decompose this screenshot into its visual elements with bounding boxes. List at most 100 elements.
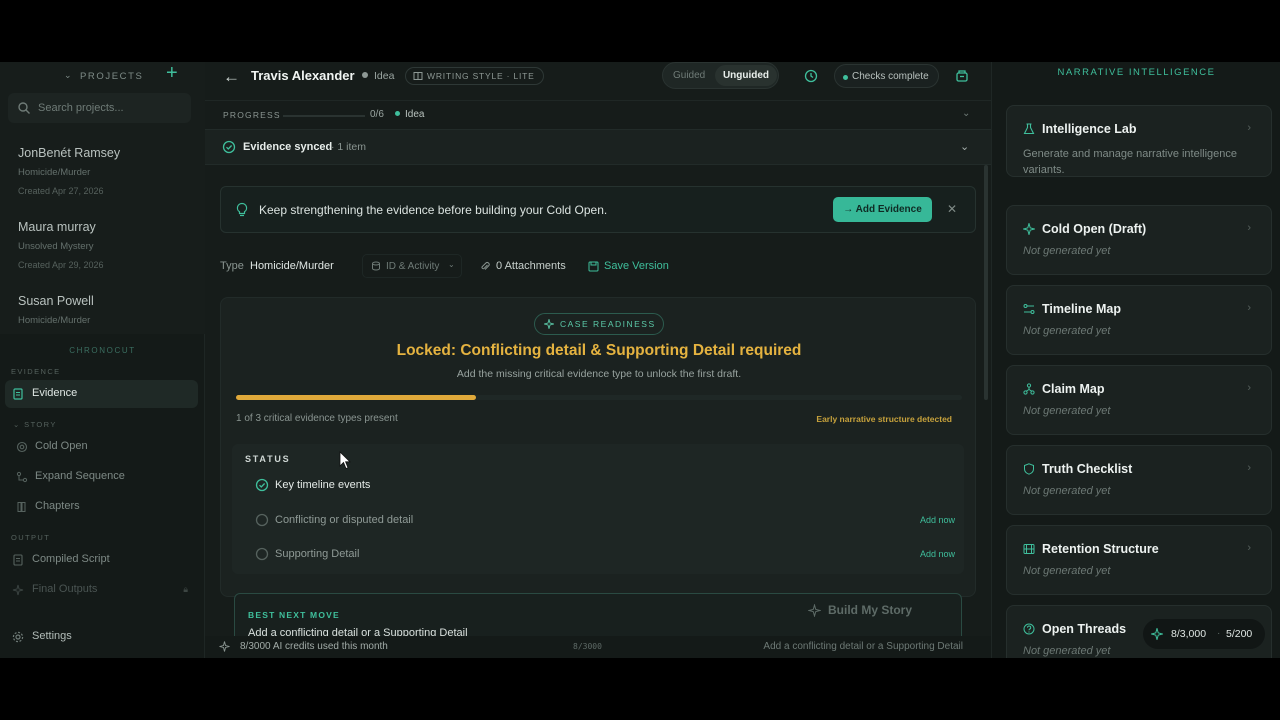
card-description: Not generated yet [1023,405,1111,417]
lock-icon: 🔒︎ [183,584,188,594]
add-now-button[interactable]: Add now [920,515,955,525]
close-icon[interactable]: ✕ [947,202,957,216]
credits-usage-text: 8/3000 AI credits used this month [240,641,388,652]
build-label: Build My Story [828,603,913,617]
status-item-label: Key timeline events [275,479,371,491]
attachments-button[interactable]: 0 Attachments [480,260,566,272]
narrative-intelligence-panel: NARRATIVE INTELLIGENCE Intelligence Lab … [991,62,1280,658]
project-name: Maura murray [18,220,96,234]
nav-label: Evidence [32,387,78,399]
sparkle-icon [12,584,24,596]
chevron-down-icon[interactable]: ⌄ [962,108,970,119]
project-date: Created Apr 29, 2026 [18,260,104,270]
nav-evidence[interactable]: Evidence [5,380,198,408]
evidence-count: · 1 item [331,141,367,153]
status-item: Conflicting or disputed detail Add now [255,512,955,532]
category-dropdown[interactable]: ID & Activity ⌄ [362,254,462,278]
project-item[interactable]: Maura murray Unsolved Mystery Created Ap… [18,220,198,270]
save-version-button[interactable]: Save Version [588,260,669,272]
card-title: Intelligence Lab [1042,122,1137,136]
nav-label: Final Outputs [32,583,98,595]
nav-expand-sequence[interactable]: Expand Sequence [5,463,198,491]
project-name: Susan Powell [18,294,94,308]
writing-style-chip[interactable]: WRITING STYLE · LITE [405,67,544,85]
credits-pill[interactable]: 8/3,000 · 5/200 [1143,619,1265,649]
project-item[interactable]: Susan Powell Homicide/Murder [18,294,198,326]
nav-label: Chapters [35,500,80,512]
case-readiness-card: CASE READINESS Locked: Conflicting detai… [220,297,976,597]
chevron-down-icon: ⌄ [13,420,25,429]
add-project-button[interactable]: + [166,62,178,85]
evidence-synced-bar[interactable]: Evidence synced · 1 item ⌄ [205,129,991,165]
chevron-right-icon: › [1247,302,1251,314]
sparkle-icon [1023,223,1035,235]
card-claim-map[interactable]: Claim Map Not generated yet › [1006,365,1272,435]
nav-chapters[interactable]: Chapters [5,493,198,521]
sparkle-icon [544,319,554,329]
search-input[interactable] [38,99,183,117]
card-description: Not generated yet [1023,565,1111,577]
card-truth-checklist[interactable]: Truth Checklist Not generated yet › [1006,445,1272,515]
status-title: STATUS [245,454,291,464]
nav-compiled-script[interactable]: Compiled Script [5,546,198,574]
card-retention-structure[interactable]: Retention Structure Not generated yet › [1006,525,1272,595]
project-item[interactable]: JonBenét Ramsey Homicide/Murder Created … [18,146,198,196]
mode-guided[interactable]: Guided [673,70,705,81]
projects-label: PROJECTS [80,71,144,82]
status-item-label: Supporting Detail [275,548,360,560]
project-date: Created Apr 27, 2026 [18,186,104,196]
history-icon[interactable] [803,68,819,84]
pill-label: CASE READINESS [560,319,656,329]
nav-label: Compiled Script [32,553,110,565]
banner-text: Keep strengthening the evidence before b… [259,203,608,217]
chevron-down-icon[interactable]: ⌄ [960,140,969,153]
film-icon [1023,544,1035,554]
target-icon [16,441,28,453]
add-evidence-button[interactable]: → Add Evidence [833,197,932,222]
chevron-right-icon: › [1247,122,1251,134]
readiness-progress-bar [236,395,962,400]
checks-label: Checks complete [852,71,929,82]
card-title: Open Threads [1042,622,1127,636]
nav-settings[interactable]: Settings [5,623,198,651]
chevron-right-icon: › [1247,222,1251,234]
next-move-label: BEST NEXT MOVE [248,610,340,620]
progress-row[interactable]: PROGRESS 0/6 Idea ⌄ [205,100,991,128]
card-title: Truth Checklist [1042,462,1133,476]
network-icon [1023,383,1035,395]
question-icon [1023,623,1035,635]
sidebar: ⌄ PROJECTS + JonBenét Ramsey Homicide/Mu… [0,62,205,658]
footer-hint: Add a conflicting detail or a Supporting… [763,641,963,652]
progress-stage: Idea [395,109,424,120]
card-intelligence-lab[interactable]: Intelligence Lab Generate and manage nar… [1006,105,1272,177]
chevron-down-icon[interactable]: ⌄ [64,70,72,81]
brand-label: CHRONOCUT [69,346,136,355]
card-title: Cold Open (Draft) [1042,222,1147,236]
card-cold-open[interactable]: Cold Open (Draft) Not generated yet › [1006,205,1272,275]
section-evidence: EVIDENCE [11,367,61,376]
evidence-banner: Keep strengthening the evidence before b… [220,186,976,233]
add-now-button[interactable]: Add now [920,549,955,559]
footer-bar: 8/3000 AI credits used this month 8/3000… [205,636,991,658]
page-title: Travis Alexander [251,68,355,83]
status-dot [362,72,368,78]
mode-unguided[interactable]: Unguided [715,65,777,86]
nav-label: Expand Sequence [35,470,125,482]
app-window: ⌄ PROJECTS + JonBenét Ramsey Homicide/Mu… [0,62,1280,658]
card-description: Not generated yet [1023,485,1111,497]
checks-status[interactable]: Checks complete [834,64,939,88]
card-timeline-map[interactable]: Timeline Map Not generated yet › [1006,285,1272,355]
back-arrow-icon[interactable]: ← [223,67,240,87]
status-item: Supporting Detail Add now [255,546,955,566]
main-scrollbar[interactable] [984,165,988,400]
mouse-cursor-icon [339,451,351,470]
archive-icon[interactable] [954,68,970,84]
check-circle-icon [255,478,269,492]
type-label: Type [220,260,244,272]
nav-cold-open[interactable]: Cold Open [5,433,198,461]
book-icon [17,502,26,512]
status-dot [843,75,848,80]
section-story[interactable]: ⌄ STORY [13,420,57,429]
database-icon [372,261,380,271]
project-search [8,93,191,123]
